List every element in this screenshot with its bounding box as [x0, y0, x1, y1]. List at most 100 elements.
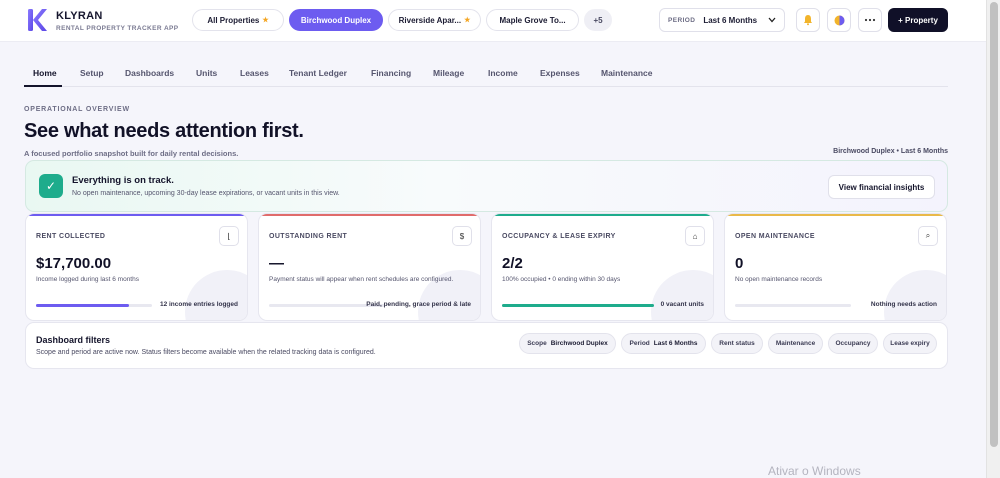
card-accent: [259, 214, 480, 216]
theme-toggle-icon: [834, 15, 844, 25]
filter-chip-scope[interactable]: Scope Birchwood Duplex: [519, 333, 616, 354]
notifications-button[interactable]: [796, 8, 820, 32]
tab-financing[interactable]: Financing: [371, 68, 411, 78]
property-chip-label: All Properties: [207, 15, 260, 25]
klyran-logo-icon: [28, 9, 47, 31]
tab-setup[interactable]: Setup: [80, 68, 104, 78]
chevron-down-icon: [768, 16, 776, 25]
property-chip-riverside[interactable]: Riverside Apar... ★: [388, 9, 481, 31]
card-note: Income logged during last 6 months: [36, 276, 139, 283]
kpi-card-occupancy: OCCUPANCY & LEASE EXPIRY ⌂ 2/2 100% occu…: [491, 213, 714, 321]
card-accent: [725, 214, 946, 216]
card-note: Payment status will appear when rent sch…: [269, 276, 454, 283]
tab-expenses[interactable]: Expenses: [540, 68, 580, 78]
dollar-icon[interactable]: $: [452, 226, 472, 246]
card-accent: [492, 214, 713, 216]
filter-chip-label: Scope: [527, 340, 547, 347]
top-bar: KLYRAN RENTAL PROPERTY TRACKER APP All P…: [0, 0, 986, 42]
star-icon: ★: [464, 17, 471, 24]
card-footer: Nothing needs action: [870, 301, 937, 308]
card-value: 2/2: [502, 255, 523, 272]
progress-track: [502, 304, 654, 307]
property-chip-all[interactable]: All Properties ★: [192, 9, 284, 31]
scope-note: Birchwood Duplex • Last 6 Months: [833, 148, 948, 155]
progress-track: [36, 304, 152, 307]
more-properties-count: +5: [593, 15, 603, 25]
main-tabs: Home Setup Dashboards Units Leases Tenan…: [24, 62, 948, 87]
star-icon: ★: [262, 17, 269, 24]
tab-home[interactable]: Home: [33, 68, 57, 78]
period-value: Last 6 Months: [703, 15, 758, 25]
card-value: —: [269, 255, 284, 272]
filter-chip-lease-expiry[interactable]: Lease expiry: [883, 333, 937, 354]
tab-maintenance[interactable]: Maintenance: [601, 68, 653, 78]
bell-icon: [804, 15, 812, 26]
add-property-button[interactable]: + Property: [888, 8, 948, 32]
check-icon: ✓: [39, 174, 63, 198]
filter-chip-label: Maintenance: [775, 340, 816, 347]
theme-toggle-button[interactable]: [827, 8, 851, 32]
card-value: $17,700.00: [36, 255, 112, 272]
card-note: No open maintenance records: [735, 276, 823, 283]
home-icon[interactable]: ⌂: [685, 226, 705, 246]
search-icon[interactable]: ⌕: [918, 226, 938, 246]
filters-title: Dashboard filters: [36, 335, 111, 345]
filter-chip-rent-status[interactable]: Rent status: [711, 333, 763, 354]
view-financial-insights-button[interactable]: View financial insights: [828, 175, 935, 199]
property-chip-maple-grove[interactable]: Maple Grove To...: [486, 9, 579, 31]
chart-icon[interactable]: ⌊: [219, 226, 239, 246]
filter-chip-period[interactable]: Period Last 6 Months: [621, 333, 706, 354]
page-scrollbar[interactable]: [986, 0, 1000, 478]
filter-chip-occupancy[interactable]: Occupancy: [828, 333, 878, 354]
kpi-card-rent-collected: RENT COLLECTED ⌊ $17,700.00 Income logge…: [25, 213, 248, 321]
filter-chip-value: Last 6 Months: [653, 340, 698, 347]
card-accent: [26, 214, 247, 216]
windows-activation-watermark: Ativar o Windows: [768, 464, 861, 478]
card-note: 100% occupied • 0 ending within 30 days: [502, 276, 621, 283]
status-banner: ✓ Everything is on track. No open mainte…: [25, 160, 948, 212]
tab-leases[interactable]: Leases: [240, 68, 269, 78]
banner-title: Everything is on track.: [72, 175, 174, 186]
filter-chip-label: Period: [629, 340, 650, 347]
card-footer: Paid, pending, grace period & late: [366, 301, 471, 308]
tab-dashboards[interactable]: Dashboards: [125, 68, 174, 78]
kpi-card-outstanding-rent: OUTSTANDING RENT $ — Payment status will…: [258, 213, 481, 321]
property-chip-birchwood[interactable]: Birchwood Duplex: [289, 9, 383, 31]
brand-name: KLYRAN: [56, 10, 103, 22]
progress-fill: [36, 304, 129, 307]
page-title: See what needs attention first.: [24, 120, 304, 142]
brand-tagline: RENTAL PROPERTY TRACKER APP: [56, 25, 179, 32]
filter-chip-maintenance[interactable]: Maintenance: [768, 333, 823, 354]
card-title: RENT COLLECTED: [36, 233, 106, 240]
filter-chip-label: Lease expiry: [890, 340, 930, 347]
card-title: OUTSTANDING RENT: [269, 233, 348, 240]
filter-chip-label: Occupancy: [835, 340, 871, 347]
tab-income[interactable]: Income: [488, 68, 518, 78]
filter-chip-label: Rent status: [719, 340, 755, 347]
tab-mileage[interactable]: Mileage: [433, 68, 464, 78]
dashboard-filters: Dashboard filters Scope and period are a…: [25, 322, 948, 369]
more-options-button[interactable]: [858, 8, 882, 32]
card-title: OPEN MAINTENANCE: [735, 233, 815, 240]
more-properties-chip[interactable]: +5: [584, 9, 612, 31]
card-footer: 12 income entries logged: [159, 301, 238, 308]
banner-description: No open maintenance, upcoming 30-day lea…: [72, 190, 340, 197]
filters-description: Scope and period are active now. Status …: [36, 349, 376, 356]
property-chip-label: Riverside Apar...: [398, 15, 462, 25]
scrollbar-thumb[interactable]: [990, 2, 998, 447]
tab-units[interactable]: Units: [196, 68, 217, 78]
card-value: 0: [735, 255, 744, 272]
period-select[interactable]: PERIOD Last 6 Months: [659, 8, 785, 32]
property-chip-label: Birchwood Duplex: [300, 15, 372, 25]
progress-track: [735, 304, 851, 307]
property-chip-label: Maple Grove To...: [499, 15, 566, 25]
progress-fill: [502, 304, 654, 307]
card-footer: 0 vacant units: [660, 301, 704, 308]
card-title: OCCUPANCY & LEASE EXPIRY: [502, 233, 616, 240]
active-tab-indicator: [24, 85, 62, 87]
page-subtitle: A focused portfolio snapshot built for d…: [24, 149, 239, 158]
period-label: PERIOD: [668, 16, 696, 24]
tab-tenant-ledger[interactable]: Tenant Ledger: [289, 68, 347, 78]
more-icon: [864, 18, 876, 22]
kpi-card-open-maintenance: OPEN MAINTENANCE ⌕ 0 No open maintenance…: [724, 213, 947, 321]
